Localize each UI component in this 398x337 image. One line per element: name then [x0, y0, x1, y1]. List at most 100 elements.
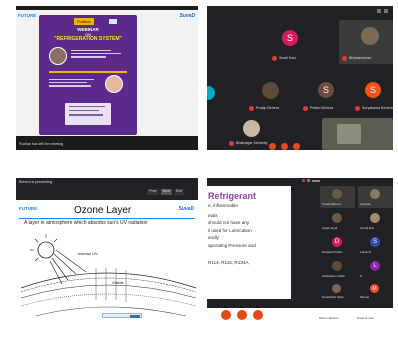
speaker-2-text — [49, 77, 99, 91]
presentation-controls: Prev Next Exit — [147, 189, 184, 195]
participant-grid-panel: S Swati Kaur Bhubaneswar Pradip Behera S… — [207, 6, 393, 150]
slide-title: Ozone Layer — [74, 205, 132, 216]
participant-name: Subhalaxmi Rath — [322, 274, 345, 278]
muted-icon — [272, 56, 277, 61]
participant-avatar: S — [365, 82, 381, 98]
participant-name: Anupam — [360, 202, 372, 206]
participant-name: Swati Kaur — [279, 55, 297, 60]
uv-label: Intense UV — [78, 251, 98, 256]
sun-icon — [37, 241, 55, 259]
participant-avatar: D — [332, 237, 342, 247]
camera-off-button[interactable] — [253, 310, 263, 320]
rec-indicator — [302, 179, 305, 182]
screen-share-panel-top-left: FUTURE SuveD RuiBlue WEBINAR ON "REFRIGE… — [16, 6, 198, 150]
hang-up-button[interactable] — [281, 143, 288, 150]
slide-body-text: A layer in atmosphere which absorbs sun'… — [24, 220, 148, 226]
suved-logo: SuveD — [179, 13, 195, 19]
screen-share-panel-bottom-left: Behera is presenting Prev Next Exit FUTU… — [16, 178, 198, 323]
speaker-photo-1 — [49, 47, 67, 65]
ozone-diagram — [20, 234, 197, 317]
camera-off-button[interactable] — [293, 143, 300, 150]
future-logo: FUTURE — [18, 13, 37, 18]
muted-icon — [249, 106, 254, 111]
speaker-divider — [49, 71, 127, 73]
participant-name: Pradip Behera — [256, 105, 279, 110]
muted-icon — [342, 56, 347, 61]
participant-tile-7[interactable]: S Suryakanta Behera — [353, 76, 393, 114]
participant-avatar — [207, 86, 215, 100]
mic-off-button[interactable] — [269, 143, 276, 150]
slide-body: e, inflammable etals should not have any… — [208, 203, 290, 265]
participant-name: Suryakanta Behera — [362, 105, 393, 110]
poster-badge-icon — [109, 19, 117, 24]
participant-avatar: S — [370, 237, 380, 247]
participant-name: Pritam Behera — [310, 105, 333, 110]
webinar-title: "REFRIGERATION SYSTEM" — [54, 36, 122, 42]
participant-tile-6[interactable]: S Pritam Behera — [300, 76, 350, 114]
hang-up-button[interactable] — [237, 310, 247, 320]
screen-share-banner — [102, 313, 142, 318]
participant-tile[interactable]: L S — [358, 258, 393, 280]
participant-tile[interactable]: Anjali Joyal — [320, 210, 355, 232]
webinar-poster: RuiBlue WEBINAR ON "REFRIGERATION SYSTEM… — [39, 15, 137, 135]
participant-tile[interactable]: Sonali Rai — [358, 210, 393, 232]
event-details-box — [65, 103, 111, 125]
participant-name: Manas — [360, 295, 370, 299]
exit-button[interactable]: Exit — [174, 189, 184, 195]
participant-tile-2[interactable]: S Swati Kaur — [262, 20, 324, 64]
participant-tile-9[interactable] — [322, 118, 393, 150]
stop-sharing-button[interactable] — [130, 315, 140, 318]
participant-tile[interactable]: Debashish Sahu — [320, 282, 355, 300]
mic-off-button[interactable] — [221, 310, 231, 320]
participant-tile-1[interactable] — [207, 11, 231, 55]
participant-name: Sonali Rai — [360, 226, 374, 230]
slide-title: Refrigerant — [208, 191, 257, 201]
participant-name: Bhatnagar Mohanty — [236, 140, 268, 145]
slide-line: R114, R115, R134A, — [208, 259, 250, 265]
meeting-controls: Show captions Present now — [207, 308, 393, 323]
suved-logo: SuveD — [178, 206, 194, 212]
meeting-status-text: Rudhar has left the meeting — [19, 142, 64, 147]
participant-video — [361, 27, 379, 45]
future-logo: FUTURE — [19, 206, 38, 211]
muted-icon — [303, 106, 308, 111]
participant-name: Debasish Dash — [322, 250, 343, 254]
slide-line: endly — [208, 235, 219, 241]
slide-line: e, inflammable — [208, 203, 238, 208]
slide-line: il used for Lubrication — [208, 227, 252, 233]
participant-avatar: M — [370, 284, 379, 293]
participant-tile-4[interactable] — [207, 74, 231, 110]
present-now-button[interactable]: Present now — [357, 317, 374, 320]
participant-tile-3[interactable]: Bhubaneswar — [339, 20, 393, 64]
poster-badge: RuiBlue — [74, 18, 95, 25]
participant-name: Debashish Sahu — [322, 295, 345, 299]
participant-sidebar: Pradip Behera Anupam Anjali Joyal Sonali… — [320, 186, 393, 300]
slide-line: should not have any — [208, 220, 250, 226]
participant-avatar: S — [282, 30, 298, 46]
participant-name: Bhubaneswar — [349, 55, 371, 60]
participant-name: S — [360, 274, 363, 278]
presenting-label: Behera is presenting — [19, 180, 52, 184]
slide-line: etals — [208, 212, 218, 218]
participant-tile[interactable]: M Manas — [358, 282, 393, 300]
slide-line: aporating Pressure and — [208, 242, 256, 248]
participant-tile[interactable]: Subhalaxmi Rath — [320, 258, 355, 280]
participant-tile[interactable]: Pradip Behera — [320, 186, 355, 208]
participant-name: Pradip Behera — [322, 202, 342, 206]
captions-button[interactable]: Show captions — [319, 317, 339, 320]
shared-slide: FUTURE SuveD RuiBlue WEBINAR ON "REFRIGE… — [16, 10, 198, 136]
shared-slide: FUTURE Ozone Layer SuveD A layer in atmo… — [16, 200, 198, 323]
muted-icon — [355, 106, 360, 111]
top-indicator-bar — [377, 9, 388, 13]
prev-button[interactable]: Prev — [147, 189, 159, 195]
speaker-1-text — [71, 48, 126, 62]
participant-tile-5[interactable]: Pradip Behera — [245, 76, 297, 114]
participant-name: Anjali Joyal — [322, 226, 338, 230]
participant-name: Lakshmi — [360, 250, 372, 254]
participant-tile[interactable]: Anupam — [358, 186, 393, 208]
participant-tile[interactable]: S Lakshmi — [358, 234, 393, 256]
speaker-photo-2 — [105, 75, 123, 93]
next-button[interactable]: Next — [160, 189, 172, 195]
participant-tile[interactable]: D Debasish Dash — [320, 234, 355, 256]
muted-icon — [229, 141, 234, 146]
